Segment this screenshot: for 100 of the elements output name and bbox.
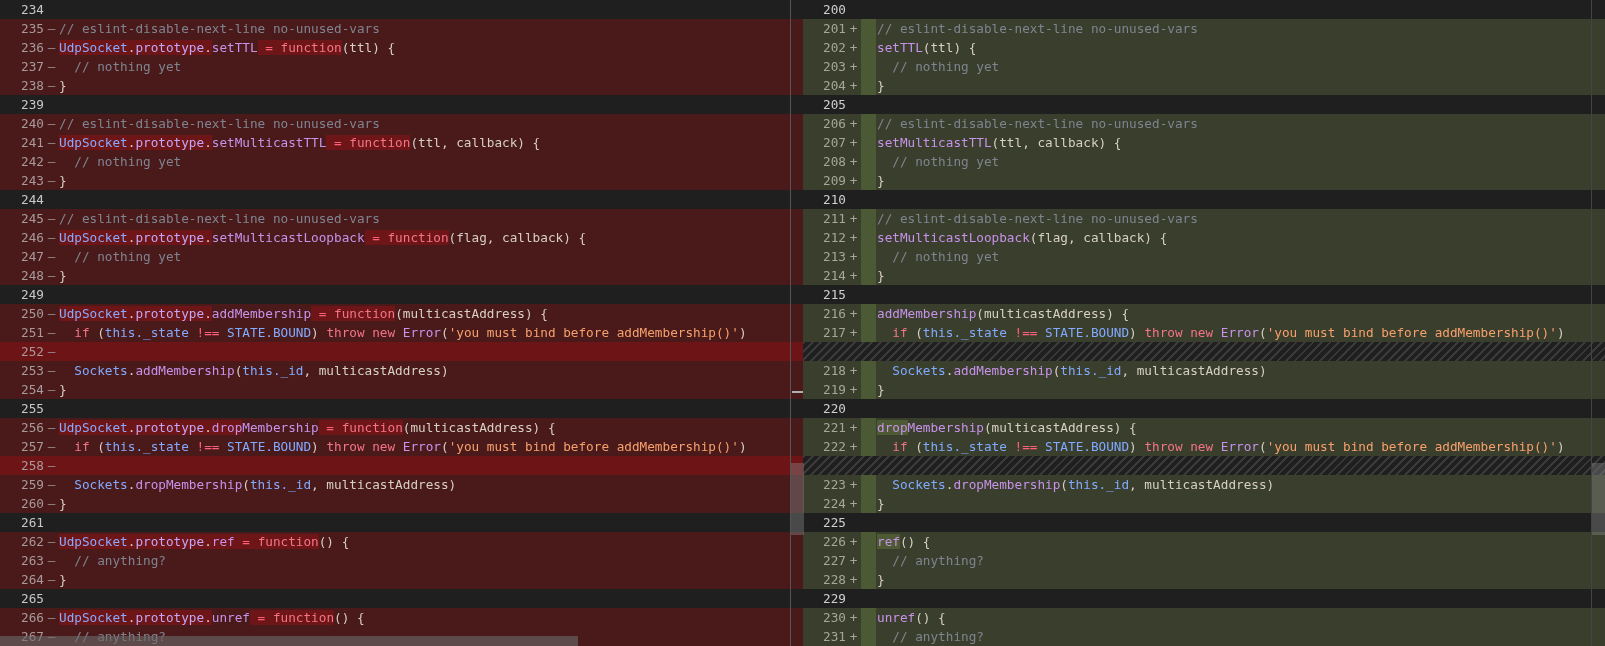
diff-marker: — (47, 381, 56, 399)
diff-marker: + (849, 609, 858, 627)
diff-marker: — (47, 39, 56, 57)
diff-marker: + (849, 229, 858, 247)
line-number: 203 (822, 58, 846, 76)
change-bar (861, 19, 876, 38)
line-number: 243 (20, 172, 44, 190)
line-number: 254 (20, 381, 44, 399)
diff-marker: — (47, 571, 56, 589)
change-bar (861, 418, 876, 437)
line-number: 230 (822, 609, 846, 627)
code-line: } (59, 267, 67, 285)
diff-marker: — (47, 476, 56, 494)
code-line: UdpSocket.prototype.dropMembership = function(multicastAddress) { (59, 419, 556, 437)
scrollbar-thumb[interactable] (1592, 463, 1605, 535)
code-line: // eslint-disable-next-line no-unused-vars (877, 20, 1198, 38)
change-bar (861, 380, 876, 399)
diff-marker: + (849, 628, 858, 646)
diff-marker: + (849, 134, 858, 152)
change-bar (861, 570, 876, 589)
code-line: } (59, 77, 67, 95)
line-number: 265 (20, 590, 44, 608)
line-number: 229 (822, 590, 846, 608)
line-number: 208 (822, 153, 846, 171)
change-bar (861, 114, 876, 133)
code-line: UdpSocket.prototype.setMulticastLoopback = function(flag, callback) { (59, 229, 587, 247)
diff-marker: — (47, 77, 56, 95)
code-line: // nothing yet (73, 153, 182, 171)
line-number: 256 (20, 419, 44, 437)
line-number: 242 (20, 153, 44, 171)
code-line: if (this._state !== STATE.BOUND) throw new Error('you must bind before addMembership()') (73, 438, 747, 456)
line-number: 261 (20, 514, 44, 532)
cursor-mark (792, 391, 803, 393)
code-line: // nothing yet (891, 153, 1000, 171)
line-number: 207 (822, 134, 846, 152)
code-line: // nothing yet (891, 248, 1000, 266)
line-number: 223 (822, 476, 846, 494)
line-number: 248 (20, 267, 44, 285)
diff-marker: + (849, 39, 858, 57)
line-number: 231 (822, 628, 846, 646)
line-number: 241 (20, 134, 44, 152)
line-number: 259 (20, 476, 44, 494)
line-number: 266 (20, 609, 44, 627)
diff-marker: + (849, 362, 858, 380)
code-line: // eslint-disable-next-line no-unused-vars (59, 115, 380, 133)
diff-marker: — (47, 267, 56, 285)
diff-marker: + (849, 58, 858, 76)
change-bar (861, 608, 876, 627)
diff-marker: — (47, 362, 56, 380)
code-line: // nothing yet (891, 58, 1000, 76)
code-line: UdpSocket.prototype.addMembership = function(multicastAddress) { (59, 305, 548, 323)
line-number: 260 (20, 495, 44, 513)
diff-marker: + (849, 267, 858, 285)
line-number: 228 (822, 571, 846, 589)
line-number: 237 (20, 58, 44, 76)
line-number: 252 (20, 343, 44, 361)
line-number: 206 (822, 115, 846, 133)
line-number: 212 (822, 229, 846, 247)
line-number: 258 (20, 457, 44, 475)
code-line: UdpSocket.prototype.setMulticastTTL = function(ttl, callback) { (59, 134, 541, 152)
line-number: 201 (822, 20, 846, 38)
line-number: 263 (20, 552, 44, 570)
diff-marker: + (849, 495, 858, 513)
line-number: 204 (822, 77, 846, 95)
line-number: 200 (822, 1, 846, 19)
scrollbar-thumb[interactable] (791, 463, 804, 535)
code-line: } (59, 381, 67, 399)
diff-marker: — (47, 58, 56, 76)
diff-marker: — (47, 552, 56, 570)
code-line: setTTL(ttl) { (877, 39, 977, 57)
code-line: } (877, 381, 885, 399)
line-number: 214 (822, 267, 846, 285)
diff-marker: + (849, 533, 858, 551)
code-line: // anything? (891, 628, 984, 646)
change-bar (861, 266, 876, 285)
diff-marker: — (47, 533, 56, 551)
diff-marker: + (849, 324, 858, 342)
code-line: // eslint-disable-next-line no-unused-vars (877, 115, 1198, 133)
code-line: Sockets.dropMembership(this._id, multicastAddress) (891, 476, 1275, 494)
line-number: 264 (20, 571, 44, 589)
line-number: 255 (20, 400, 44, 418)
diff-marker: + (849, 210, 858, 228)
diff-marker: + (849, 571, 858, 589)
line-number: 216 (822, 305, 846, 323)
diff-marker: + (849, 248, 858, 266)
code-line: // anything? (73, 552, 166, 570)
change-bar (861, 171, 876, 190)
line-number: 236 (20, 39, 44, 57)
code-line: setMulticastTTL(ttl, callback) { (877, 134, 1122, 152)
diff-marker: + (849, 381, 858, 399)
line-number: 218 (822, 362, 846, 380)
diff-marker: — (47, 438, 56, 456)
line-number: 215 (822, 286, 846, 304)
line-number: 250 (20, 305, 44, 323)
diff-marker: — (47, 495, 56, 513)
code-line: setMulticastLoopback(flag, callback) { (877, 229, 1168, 247)
line-number: 253 (20, 362, 44, 380)
line-number: 267 (20, 628, 44, 646)
line-number: 235 (20, 20, 44, 38)
code-line: unref() { (877, 609, 946, 627)
